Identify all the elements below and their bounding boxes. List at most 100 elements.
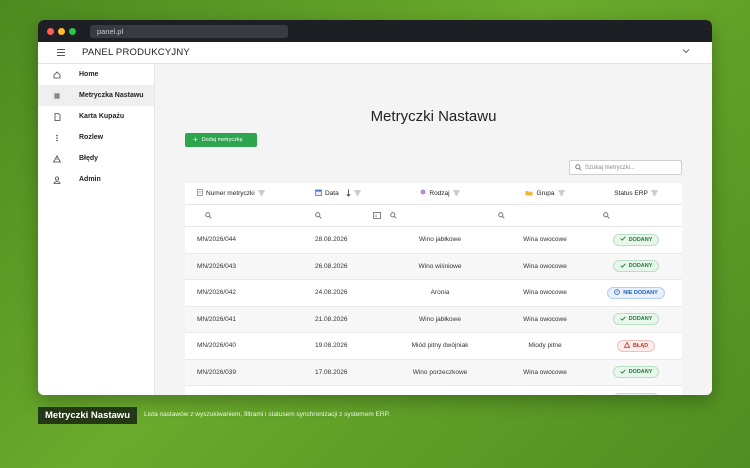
cell-type: Aronia (430, 289, 450, 297)
table-row[interactable]: MN/2026/043 26.08.2026 Wino wiśniowe Wina o… (185, 253, 682, 280)
column-number[interactable]: Numer metryczki (197, 183, 265, 204)
maximize-window-button[interactable] (69, 27, 76, 35)
search-icon[interactable] (390, 212, 397, 221)
table-filter-row (185, 205, 682, 227)
status-badge: DODANY (612, 233, 660, 246)
sort-down-icon[interactable] (346, 189, 351, 199)
search-icon[interactable] (498, 212, 505, 221)
filter-icon[interactable] (453, 190, 460, 198)
column-group[interactable]: Grupa (505, 183, 585, 204)
table-row[interactable]: MN/2026/038 14.08.2026 Cydr klasyczny Cydry… (185, 386, 682, 395)
cell-status: DODANY (590, 307, 682, 333)
menu-icon[interactable] (57, 47, 65, 58)
cell-date: 28.08.2026 (315, 236, 348, 244)
table-row[interactable]: MN/2026/040 19.08.2026 Miód pitny dwójniak… (185, 333, 682, 360)
cell-status: DODANY (590, 386, 682, 395)
column-type[interactable]: Rodzaj (380, 183, 500, 204)
page-title: Metryczki Nastawu (370, 108, 497, 125)
status-label: NIE DODANY (623, 289, 658, 296)
document-icon (50, 112, 64, 121)
caption-text: Lista nastawów z wyszukiwaniem, filtrami… (144, 411, 390, 418)
filter-icon[interactable] (258, 190, 265, 198)
search-input[interactable]: Szukaj metryczki... (569, 160, 682, 175)
table-row[interactable]: MN/2026/039 17.08.2026 Wino porzeczkowe Win… (185, 359, 682, 386)
table-body: MN/2026/044 28.08.2026 Wino jabłkowe Wina o… (185, 227, 682, 395)
check-icon (619, 369, 626, 376)
folder-icon (525, 190, 533, 198)
sidebar-item-label: Home (79, 71, 99, 78)
search-icon[interactable] (315, 212, 322, 221)
status-badge: DODANY (612, 392, 660, 395)
sidebar-item-label: Błędy (79, 155, 99, 162)
sidebar: Home Metryczka Nastawu Karta Kupażu Rozlew B… (38, 64, 155, 395)
filter-icon[interactable] (354, 190, 361, 198)
table-header-row: Numer metryczki Data Rodzaj Grupa Status… (185, 183, 682, 205)
sidebar-item-2[interactable]: Karta Kupażu (38, 106, 154, 127)
search-icon[interactable] (603, 212, 610, 221)
minimize-window-button[interactable] (58, 27, 65, 35)
column-label: Numer metryczki (206, 190, 255, 197)
sidebar-item-label: Admin (79, 176, 101, 183)
cell-num: MN/2026/038 (197, 386, 236, 395)
table-row[interactable]: MN/2026/042 24.08.2026 Aronia Wina owocowe N… (185, 280, 682, 307)
warning-icon (50, 154, 64, 163)
status-badge: DODANY (612, 260, 660, 273)
cell-status: NIE DODANY (590, 280, 682, 306)
app-title: PANEL PRODUKCYJNY (82, 47, 190, 58)
filter-icon[interactable] (651, 190, 658, 198)
document-icon (197, 189, 203, 198)
sidebar-item-0[interactable]: Home (38, 64, 154, 85)
chevron-down-icon[interactable] (682, 47, 690, 56)
dots-vertical-icon (50, 134, 64, 142)
warning-icon (623, 341, 631, 350)
status-badge: DODANY (612, 366, 660, 379)
close-window-button[interactable] (47, 27, 54, 35)
info-icon (614, 288, 621, 297)
address-bar[interactable]: panel.pl (90, 24, 288, 38)
table-row[interactable]: MN/2026/041 21.08.2026 Wino jabłkowe Wina o… (185, 306, 682, 333)
search-icon[interactable] (205, 212, 212, 221)
sidebar-item-label: Rozlew (79, 134, 104, 141)
status-label: DODANY (628, 316, 653, 323)
column-date[interactable]: Data (315, 183, 361, 204)
check-icon (619, 236, 626, 243)
status-label: DODANY (628, 236, 653, 243)
cell-type: Wino wiśniowe (418, 262, 462, 270)
status-label: BŁĄD (632, 342, 649, 349)
cell-group: Miody pitne (528, 342, 562, 350)
column-label: Status ERP (614, 190, 648, 197)
sidebar-item-5[interactable]: Admin (38, 169, 154, 190)
sidebar-item-3[interactable]: Rozlew (38, 127, 154, 148)
cell-type: Wino jabłkowe (419, 315, 461, 323)
cell-group: Wina owocowe (523, 236, 567, 244)
user-icon (50, 175, 64, 184)
status-badge: NIE DODANY (607, 286, 665, 299)
plus-icon: + (193, 135, 198, 144)
add-metric-button[interactable]: + Dodaj metryczkę (185, 133, 257, 147)
metrics-table: Numer metryczki Data Rodzaj Grupa Status… (185, 183, 682, 395)
column-status[interactable]: Status ERP (590, 183, 682, 204)
cell-status: DODANY (590, 254, 682, 280)
calendar-icon (315, 189, 322, 198)
cell-type: Wino porzeczkowe (412, 368, 468, 376)
browser-window: panel.pl PANEL PRODUKCYJNY Home Metryczka… (38, 20, 712, 395)
wine-glass-icon (420, 189, 426, 198)
column-label: Rodzaj (429, 190, 450, 197)
cell-type: Cydr klasyczny (380, 386, 500, 395)
main-content: Metryczki Nastawu + Dodaj metryczkę Szuk… (155, 64, 712, 395)
cell-type: Miód pitny dwójniak (411, 342, 469, 350)
caption-tag: Metryczki Nastawu (38, 407, 138, 424)
filter-icon[interactable] (558, 190, 565, 198)
sidebar-item-1[interactable]: Metryczka Nastawu (38, 85, 154, 106)
sidebar-item-label: Karta Kupażu (79, 113, 125, 120)
cell-status: DODANY (590, 227, 682, 253)
sidebar-item-4[interactable]: Błędy (38, 148, 154, 169)
cell-num: MN/2026/041 (197, 315, 237, 323)
table-row[interactable]: MN/2026/044 28.08.2026 Wino jabłkowe Wina o… (185, 227, 682, 254)
cell-group: Cydry (505, 386, 585, 395)
cell-date: 26.08.2026 (315, 262, 348, 270)
app-header: PANEL PRODUKCYJNY (38, 42, 712, 64)
calendar-picker-icon[interactable] (373, 212, 381, 221)
check-icon (619, 316, 626, 323)
status-label: DODANY (628, 263, 653, 270)
